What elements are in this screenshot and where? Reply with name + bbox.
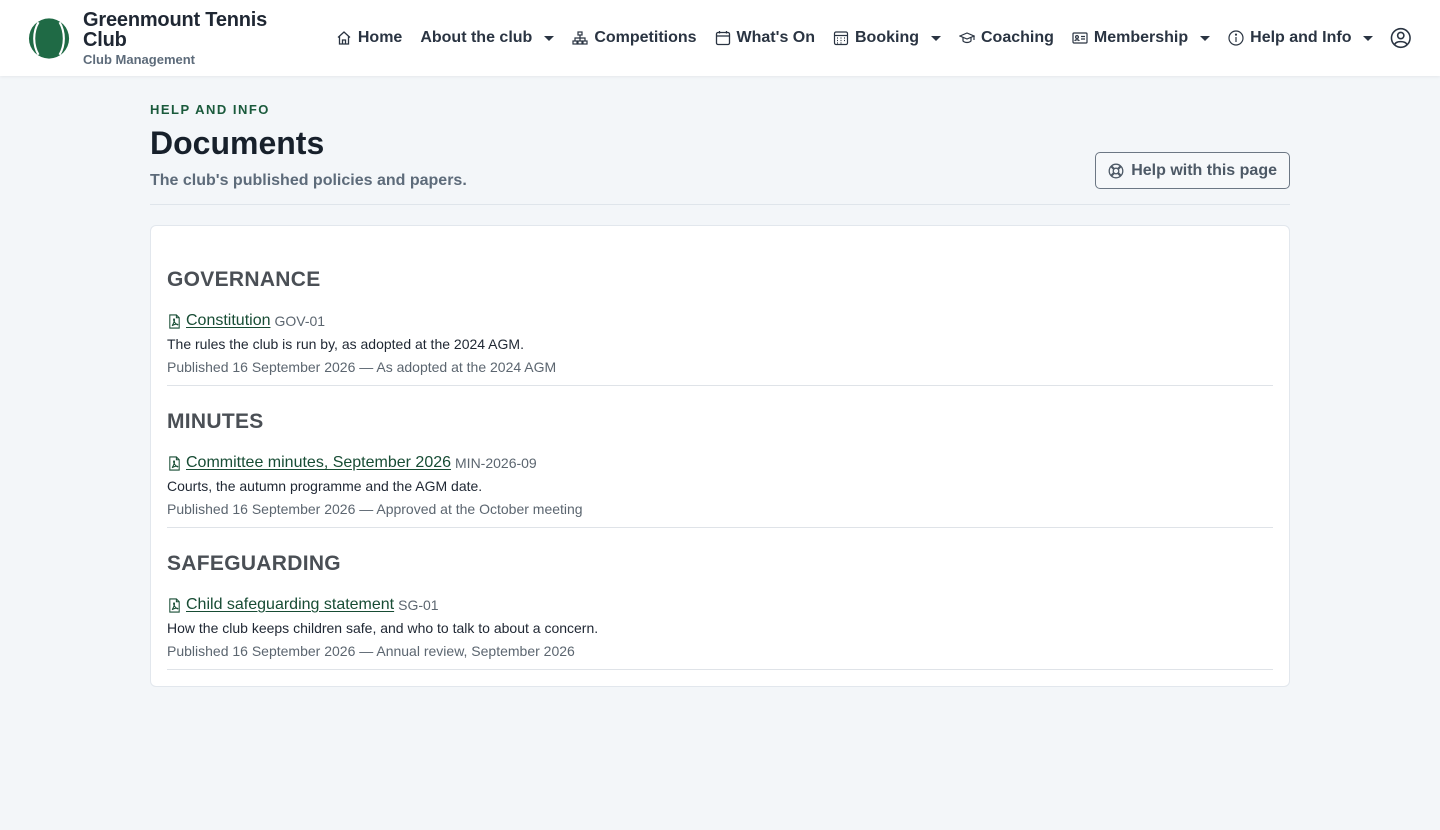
- nav-coaching-label: Coaching: [981, 29, 1054, 46]
- nav-membership-label: Membership: [1093, 29, 1189, 46]
- document-head: Constitution GOV-01: [167, 312, 1273, 330]
- top-navbar: Greenmount Tennis Club Club Management H…: [0, 0, 1440, 76]
- document-meta: Published 16 September 2026 — Annual rev…: [167, 643, 575, 660]
- home-icon: [337, 31, 351, 45]
- document-title: Committee minutes, September 2026: [186, 454, 452, 472]
- section-title: GOVERNANCE: [167, 268, 321, 292]
- document-title: Child safeguarding statement: [186, 596, 395, 614]
- help-button-label: Help with this page: [1131, 161, 1277, 179]
- document-link[interactable]: Constitution: [167, 312, 271, 330]
- document-link[interactable]: Committee minutes, September 2026: [167, 454, 451, 472]
- sitemap-icon: [572, 31, 588, 45]
- tennis-ball-logo-icon: [28, 17, 70, 59]
- document-code: MIN-2026-09: [455, 455, 537, 472]
- nav-home-label: Home: [357, 29, 403, 46]
- document-item: Committee minutes, September 2026 MIN-20…: [167, 454, 1273, 529]
- document-code: SG-01: [398, 597, 439, 614]
- document-title: Constitution: [186, 312, 271, 330]
- brand-subtitle: Club Management: [83, 52, 196, 67]
- documents-card: GOVERNANCE Constitution GOV-01 The rules…: [150, 225, 1290, 688]
- nav-membership[interactable]: Membership: [1063, 18, 1219, 58]
- document-description: Courts, the autumn programme and the AGM…: [167, 478, 483, 495]
- section-title: MINUTES: [167, 410, 264, 434]
- document-meta: Published 16 September 2026 — As adopted…: [167, 359, 557, 376]
- document-description: The rules the club is run by, as adopted…: [167, 336, 524, 353]
- brand-text: Greenmount Tennis Club Club Management: [83, 10, 311, 66]
- pdf-file-icon: [169, 598, 180, 613]
- nav-whats-on[interactable]: What's On: [706, 18, 824, 58]
- section-minutes: MINUTES Committee minutes, September 202…: [167, 386, 1273, 529]
- nav-whats-on-label: What's On: [736, 29, 815, 46]
- nav-home[interactable]: Home: [327, 18, 411, 58]
- document-code: GOV-01: [274, 313, 326, 330]
- document-head: Committee minutes, September 2026 MIN-20…: [167, 454, 1273, 472]
- section-governance: GOVERNANCE Constitution GOV-01 The rules…: [167, 244, 1273, 387]
- document-description: How the club keeps children safe, and wh…: [167, 620, 599, 637]
- document-item: Constitution GOV-01 The rules the club i…: [167, 312, 1273, 387]
- caret-down-icon: [544, 35, 555, 41]
- nav-about[interactable]: About the club: [411, 18, 563, 58]
- calendar-grid-icon: [833, 31, 849, 46]
- main-nav: Home About the club Competitions What's …: [327, 18, 1383, 58]
- pdf-file-icon: [169, 456, 180, 471]
- document-meta: Published 16 September 2026 — Approved a…: [167, 501, 583, 518]
- id-card-icon: [1072, 32, 1088, 44]
- graduation-cap-icon: [959, 32, 975, 44]
- main-content: HELP AND INFO Documents The club's publi…: [150, 76, 1290, 688]
- nav-competitions[interactable]: Competitions: [563, 18, 705, 58]
- nav-about-label: About the club: [420, 29, 533, 46]
- nav-booking-label: Booking: [855, 29, 919, 46]
- document-link[interactable]: Child safeguarding statement: [167, 596, 394, 614]
- caret-down-icon: [1200, 35, 1211, 41]
- document-head: Child safeguarding statement SG-01: [167, 596, 1273, 614]
- nav-help-info[interactable]: Help and Info: [1219, 18, 1382, 58]
- nav-coaching[interactable]: Coaching: [950, 18, 1063, 58]
- section-safeguarding: SAFEGUARDING Child safeguarding statemen…: [167, 528, 1273, 671]
- nav-help-info-label: Help and Info: [1250, 29, 1352, 46]
- nav-competitions-label: Competitions: [594, 29, 697, 46]
- pdf-file-icon: [169, 314, 180, 329]
- help-with-page-button[interactable]: Help with this page: [1095, 152, 1290, 189]
- caret-down-icon: [931, 35, 941, 41]
- document-item: Child safeguarding statement SG-01 How t…: [167, 596, 1273, 671]
- brand-name: Greenmount Tennis Club: [83, 9, 268, 51]
- calendar-icon: [715, 31, 730, 46]
- nav-booking[interactable]: Booking: [824, 18, 950, 58]
- page-header: HELP AND INFO Documents The club's publi…: [150, 102, 1290, 206]
- user-account-icon[interactable]: [1390, 27, 1412, 49]
- lifebuoy-icon: [1108, 163, 1124, 178]
- page-eyebrow: HELP AND INFO: [150, 102, 270, 117]
- section-title: SAFEGUARDING: [167, 552, 341, 576]
- info-circle-icon: [1228, 30, 1244, 46]
- caret-down-icon: [1363, 35, 1374, 41]
- brand[interactable]: Greenmount Tennis Club Club Management: [28, 10, 311, 66]
